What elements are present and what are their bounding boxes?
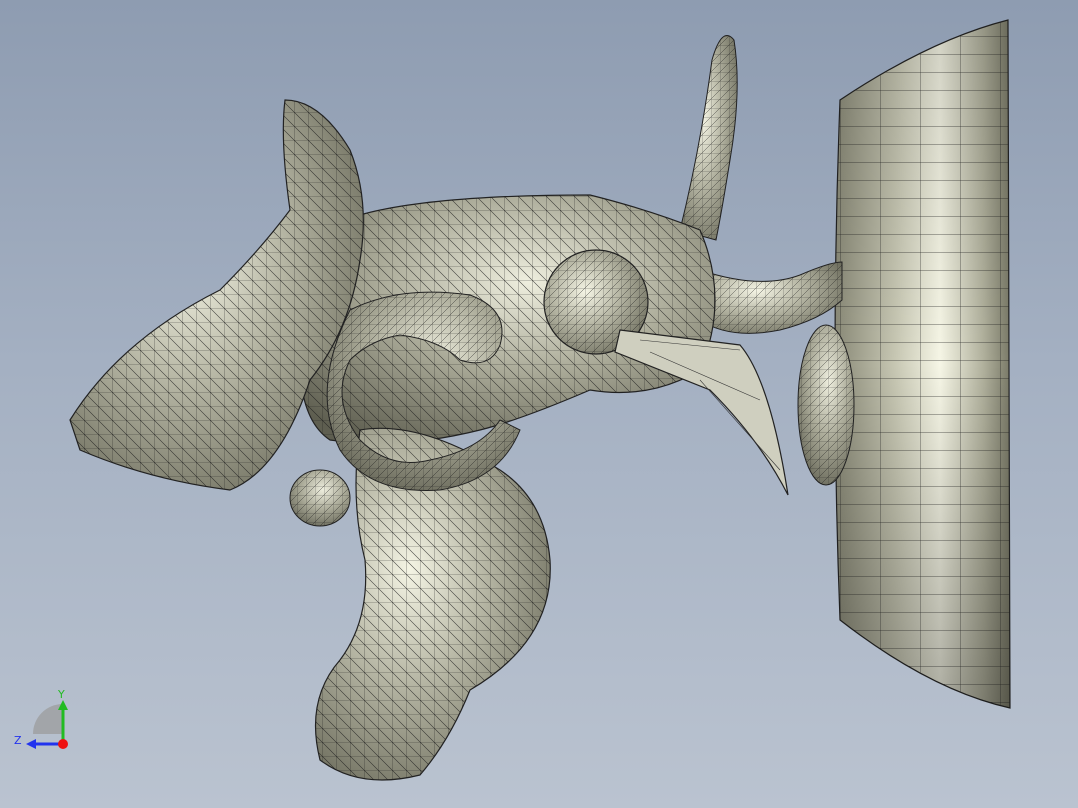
x-axis-dot — [58, 739, 68, 749]
top-spike[interactable] — [679, 35, 738, 241]
z-axis-label: Z — [14, 734, 22, 747]
small-knob[interactable] — [289, 469, 351, 527]
disk-part[interactable] — [834, 19, 1011, 709]
axis-triad: Y Z — [14, 688, 68, 749]
connector-tube[interactable] — [699, 261, 843, 334]
blade[interactable] — [614, 329, 789, 496]
y-axis-label: Y — [57, 688, 65, 701]
left-horn[interactable] — [69, 99, 364, 491]
rear-bulb[interactable] — [797, 324, 855, 486]
3d-viewport[interactable]: Y Z — [0, 0, 1078, 808]
